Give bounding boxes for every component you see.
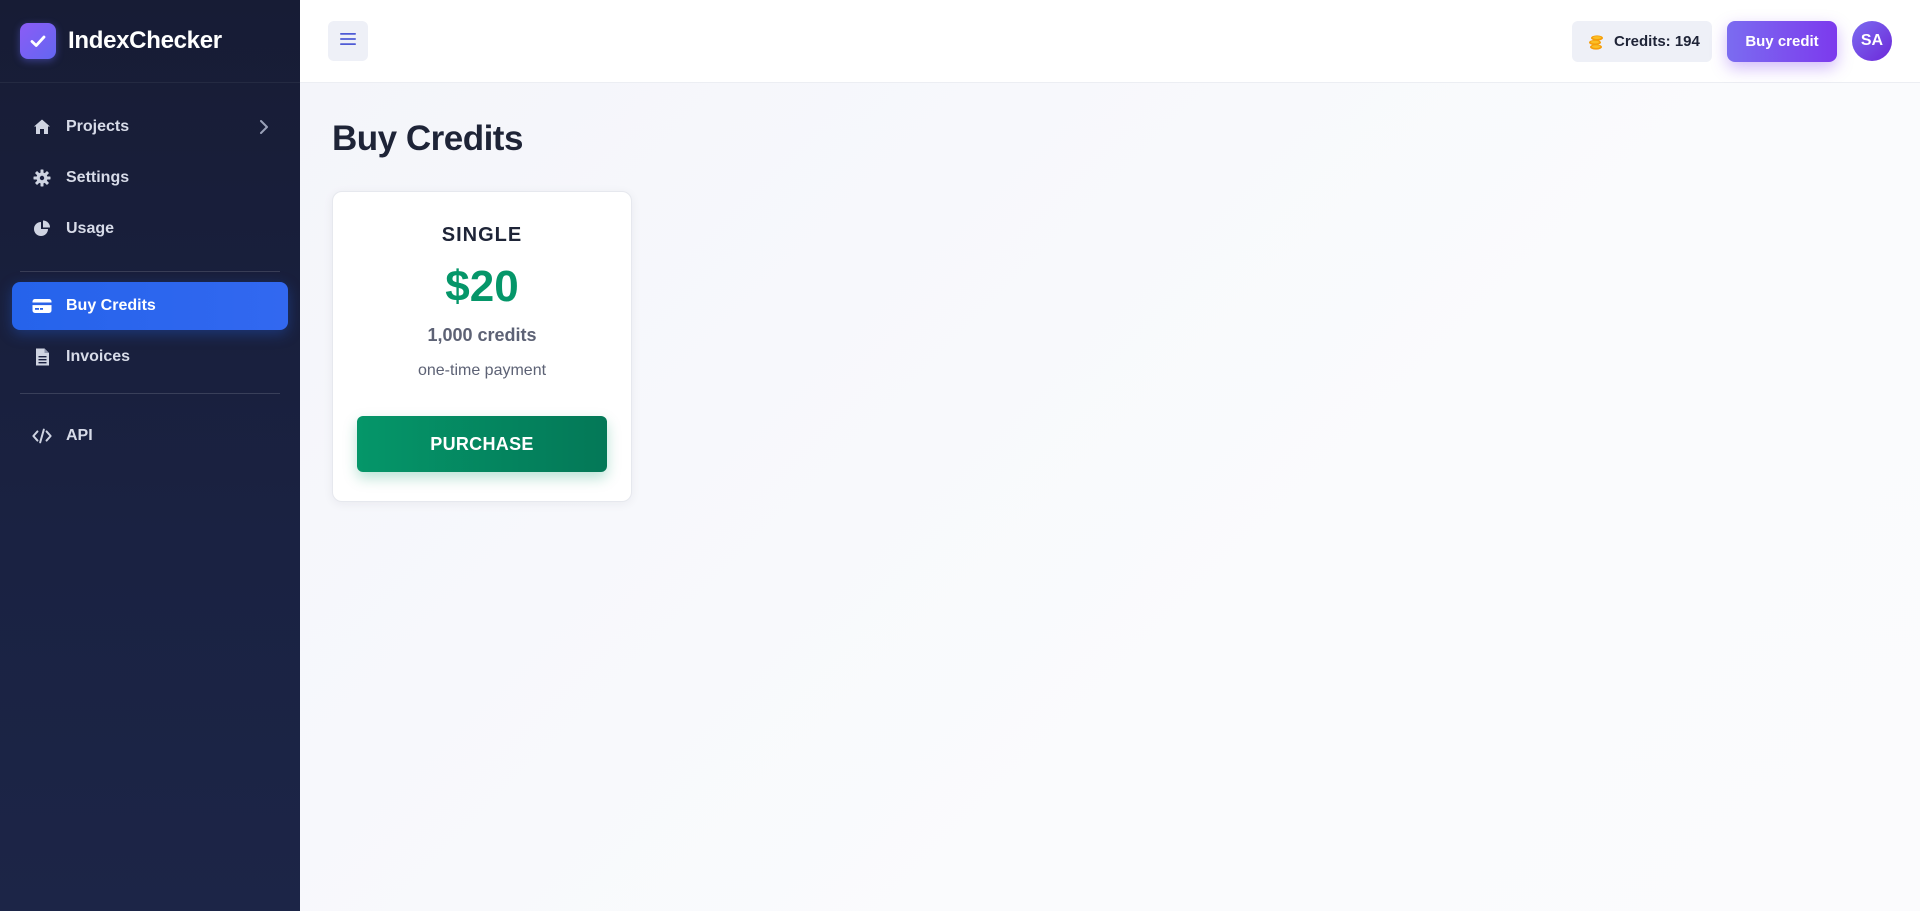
avatar[interactable]: SA bbox=[1852, 21, 1892, 61]
sidebar-item-label: Usage bbox=[66, 220, 115, 237]
plan-card: SINGLE $20 1,000 credits one-time paymen… bbox=[332, 191, 632, 502]
main-content: Buy Credits SINGLE $20 1,000 credits one… bbox=[300, 83, 1920, 911]
sidebar-nav: Projects Settings Usage Buy Credits Invo… bbox=[0, 83, 300, 460]
sidebar-item-label: Buy Credits bbox=[66, 297, 156, 314]
sidebar-item-projects[interactable]: Projects bbox=[12, 103, 288, 151]
buy-credit-button[interactable]: Buy credit bbox=[1727, 21, 1837, 62]
topbar: Credits: 194 Buy credit SA bbox=[300, 0, 1920, 83]
credit-card-icon bbox=[32, 296, 52, 316]
app-name: IndexChecker bbox=[68, 27, 222, 54]
sidebar: IndexChecker Projects Settings Usage Buy… bbox=[0, 0, 300, 911]
page-title: Buy Credits bbox=[332, 119, 523, 158]
chevron-right-icon[interactable] bbox=[258, 117, 270, 142]
pie-chart-icon bbox=[32, 219, 52, 239]
plan-name: SINGLE bbox=[441, 224, 523, 246]
coins-icon bbox=[1588, 34, 1604, 50]
sidebar-item-label: Invoices bbox=[66, 348, 131, 365]
plan-credits: 1,000 credits bbox=[427, 325, 537, 345]
gear-icon bbox=[32, 168, 52, 188]
purchase-button[interactable]: PURCHASE bbox=[357, 416, 607, 472]
sidebar-item-usage[interactable]: Usage bbox=[12, 205, 288, 253]
sidebar-item-label: Projects bbox=[66, 118, 130, 135]
plan-payment-note: one-time payment bbox=[417, 362, 547, 379]
check-logo-icon bbox=[20, 23, 56, 59]
sidebar-item-label: API bbox=[66, 427, 93, 444]
sidebar-item-buy-credits[interactable]: Buy Credits bbox=[12, 282, 288, 330]
home-icon bbox=[32, 117, 52, 137]
sidebar-item-api[interactable]: API bbox=[12, 412, 288, 460]
sidebar-item-label: Settings bbox=[66, 169, 130, 186]
credits-balance: Credits: 194 bbox=[1572, 21, 1712, 62]
invoice-icon bbox=[32, 347, 52, 367]
credits-label: Credits: 194 bbox=[1614, 33, 1700, 50]
sidebar-item-settings[interactable]: Settings bbox=[12, 154, 288, 202]
sidebar-divider bbox=[20, 393, 280, 394]
brand[interactable]: IndexChecker bbox=[0, 0, 300, 83]
plan-price: $20 bbox=[445, 262, 519, 311]
hamburger-menu-button[interactable] bbox=[328, 21, 368, 61]
hamburger-icon bbox=[340, 32, 356, 51]
sidebar-item-invoices[interactable]: Invoices bbox=[12, 333, 288, 381]
code-icon bbox=[32, 426, 52, 446]
sidebar-divider bbox=[20, 271, 280, 272]
